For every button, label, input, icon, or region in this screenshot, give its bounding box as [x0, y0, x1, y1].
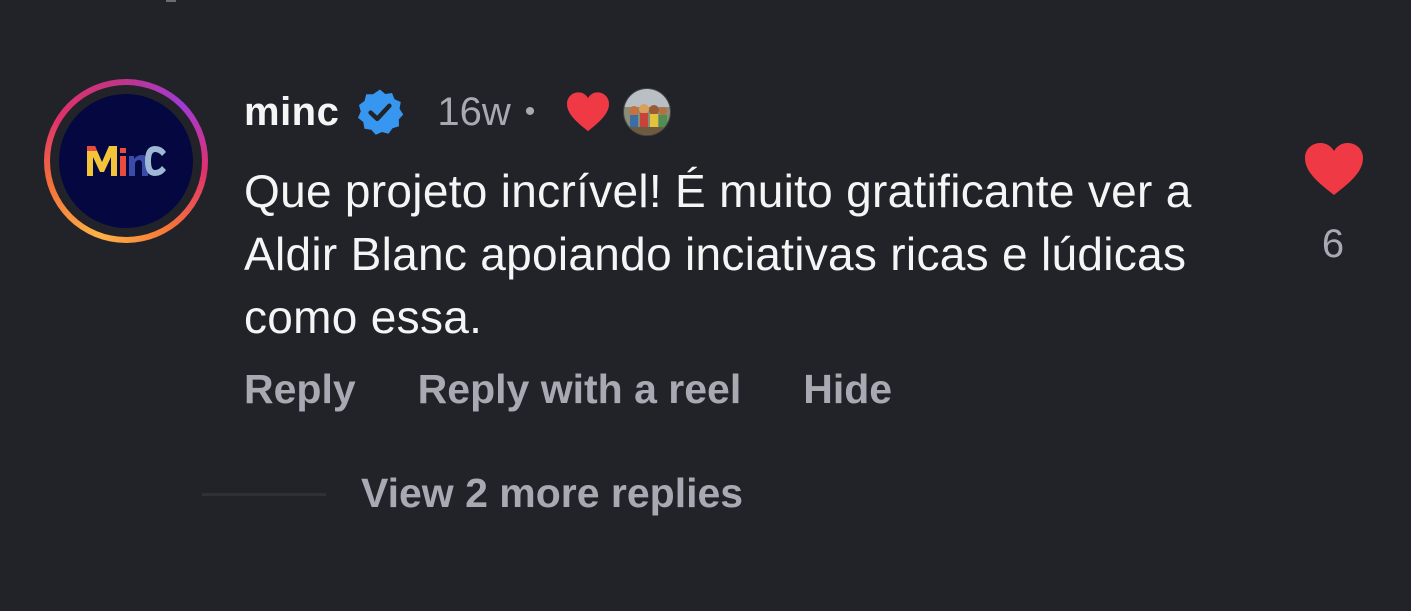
comment-screen: minc 16w • Que projeto incrível! É muito…: [0, 0, 1411, 611]
minc-logo: [87, 146, 166, 176]
verified-badge-icon: [358, 89, 404, 135]
reply-with-reel-button[interactable]: Reply with a reel: [418, 366, 742, 413]
replies-divider-line: [202, 493, 326, 496]
username[interactable]: minc: [244, 90, 339, 135]
hide-button[interactable]: Hide: [803, 366, 892, 413]
comment-text: Que projeto incrível! É muito gratifican…: [244, 165, 1192, 343]
view-more-replies-button[interactable]: View 2 more replies: [361, 470, 743, 517]
creator-liked-heart-icon: [567, 92, 610, 132]
comment-actions: Reply Reply with a reel Hide: [244, 366, 892, 413]
like-count: 6: [1321, 222, 1345, 266]
separator-dot: •: [524, 95, 536, 128]
like-heart-icon[interactable]: [1303, 141, 1365, 197]
avatar[interactable]: [44, 79, 208, 243]
divider: [166, 0, 176, 2]
avatar-image: [59, 94, 193, 228]
creator-avatar-image: [624, 89, 671, 135]
reply-button[interactable]: Reply: [244, 366, 356, 413]
comment-header: minc 16w •: [244, 86, 672, 138]
creator-avatar: [623, 88, 672, 136]
timestamp: 16w: [437, 89, 511, 134]
